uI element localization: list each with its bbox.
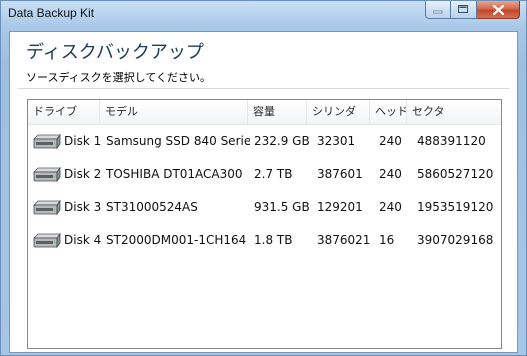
close-button[interactable] xyxy=(477,1,520,19)
heads-cell: 240 xyxy=(379,167,402,181)
column-header-model[interactable]: モデル xyxy=(100,100,248,124)
column-header-heads[interactable]: ヘッド xyxy=(370,100,407,124)
maximize-button[interactable] xyxy=(451,1,477,19)
drive-label: Disk 2 xyxy=(64,167,102,181)
column-header-drive[interactable]: ドライブ xyxy=(28,100,100,124)
drive-label: Disk 4 xyxy=(64,233,102,247)
minimize-icon xyxy=(433,10,443,13)
model-cell: TOSHIBA DT01ACA300 xyxy=(106,167,243,181)
table-row[interactable]: Disk 2 TOSHIBA DT01ACA300 2.7 TB 387601 … xyxy=(28,158,501,191)
model-cell: ST31000524AS xyxy=(106,200,198,214)
drive-label: Disk 3 xyxy=(64,200,102,214)
sectors-cell: 1953519120 xyxy=(417,200,494,214)
cylinders-cell: 387601 xyxy=(317,167,363,181)
drive-label: Disk 1 xyxy=(64,134,102,148)
cylinders-cell: 32301 xyxy=(317,134,356,148)
list-header: ドライブ モデル 容量 シリンダ ヘッド セクタ xyxy=(28,100,501,125)
capacity-cell: 2.7 TB xyxy=(254,167,293,181)
heads-cell: 240 xyxy=(379,134,402,148)
close-icon xyxy=(492,4,504,15)
hard-disk-icon xyxy=(33,199,61,215)
maximize-icon xyxy=(458,5,468,13)
cylinders-cell: 129201 xyxy=(317,200,363,214)
sectors-cell: 5860527120 xyxy=(417,167,494,181)
table-row[interactable]: Disk 4 ST2000DM001-1CH164 1.8 TB 3876021… xyxy=(28,224,501,257)
instruction-text: ソースディスクを選択してください。 xyxy=(26,71,212,84)
table-row[interactable]: Disk 3 ST31000524AS 931.5 GB 129201 240 … xyxy=(28,191,501,224)
capacity-cell: 931.5 GB xyxy=(254,200,310,214)
hard-disk-icon xyxy=(33,133,61,149)
column-header-capacity[interactable]: 容量 xyxy=(248,100,307,124)
cylinders-cell: 3876021 xyxy=(317,233,371,247)
drive-cell: Disk 1 xyxy=(28,125,106,158)
disk-list[interactable]: ドライブ モデル 容量 シリンダ ヘッド セクタ Disk 1 Samsung … xyxy=(27,99,502,349)
hard-disk-icon xyxy=(33,232,61,248)
column-header-cylinders[interactable]: シリンダ xyxy=(307,100,370,124)
capacity-cell: 232.9 GB xyxy=(254,134,310,148)
divider xyxy=(18,88,509,89)
drive-cell: Disk 4 xyxy=(28,224,106,257)
window-title: Data Backup Kit xyxy=(8,6,95,20)
table-row[interactable]: Disk 1 Samsung SSD 840 Series 232.9 GB 3… xyxy=(28,125,501,158)
app-window: Data Backup Kit ディスクバックアップ ソースディスクを選択してく… xyxy=(0,0,527,356)
model-cell: Samsung SSD 840 Series xyxy=(106,134,250,148)
drive-cell: Disk 3 xyxy=(28,191,106,224)
sectors-cell: 488391120 xyxy=(417,134,486,148)
caption-buttons xyxy=(425,1,520,20)
sectors-cell: 3907029168 xyxy=(417,233,494,247)
content-area: ディスクバックアップ ソースディスクを選択してください。 ドライブ モデル 容量… xyxy=(9,31,518,353)
title-bar[interactable]: Data Backup Kit xyxy=(1,1,526,25)
drive-cell: Disk 2 xyxy=(28,158,106,191)
model-cell: ST2000DM001-1CH164 xyxy=(106,233,247,247)
page-title: ディスクバックアップ xyxy=(26,42,204,63)
capacity-cell: 1.8 TB xyxy=(254,233,293,247)
minimize-button[interactable] xyxy=(425,1,451,19)
hard-disk-icon xyxy=(33,166,61,182)
heads-cell: 16 xyxy=(379,233,395,247)
heads-cell: 240 xyxy=(379,200,402,214)
column-header-sectors[interactable]: セクタ xyxy=(407,100,501,124)
